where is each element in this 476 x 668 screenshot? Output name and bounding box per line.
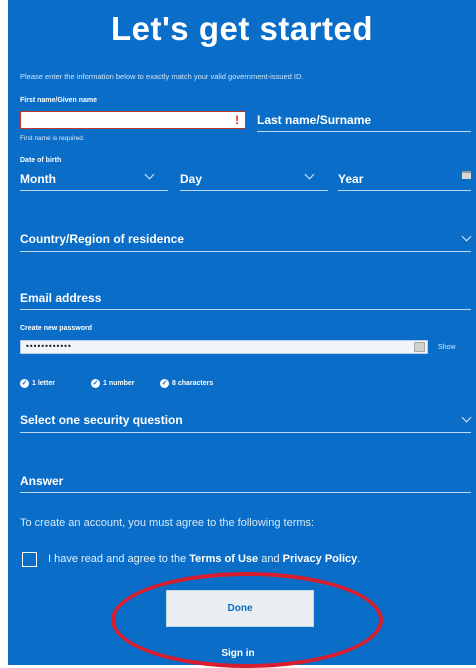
page-title: Let's get started [110,10,374,47]
day-select[interactable]: Day [180,172,202,186]
agree-prefix: I have read and agree to the [48,553,190,565]
day-underline [180,190,328,191]
security-question-select[interactable]: Select one security question [20,413,183,427]
error-icon: ! [235,113,239,127]
requirement-letter: ✓ 1 letter [20,379,55,388]
last-name-input[interactable]: Last name/Surname [257,113,371,127]
check-icon: ✓ [160,379,169,388]
requirement-label: 1 letter [32,380,55,387]
email-field[interactable]: Email address [20,291,101,305]
agree-middle: and [258,553,283,565]
first-name-input[interactable]: ! [20,111,246,129]
email-underline [20,309,471,310]
chevron-down-icon [461,412,472,423]
chevron-down-icon [144,169,155,180]
last-name-underline [257,131,471,132]
password-label: Create new password [20,325,92,332]
privacy-policy-link[interactable]: Privacy Policy [283,553,358,565]
answer-underline [20,492,471,493]
month-select[interactable]: Month [20,172,56,186]
chevron-down-icon [304,169,315,180]
month-underline [20,190,168,191]
intro-text: Please enter the information below to ex… [20,72,304,81]
signup-panel: Let's get started Please enter the infor… [8,0,476,665]
calendar-icon[interactable] [462,171,471,179]
country-select[interactable]: Country/Region of residence [20,232,184,246]
chevron-down-icon [461,231,472,242]
year-underline [338,190,471,191]
sign-in-link[interactable]: Sign in [8,648,476,659]
requirement-label: 1 number [103,380,135,387]
terms-of-use-link[interactable]: Terms of Use [189,553,258,565]
year-input[interactable]: Year [338,172,363,186]
agree-suffix: . [357,553,361,565]
done-button[interactable]: Done [166,590,314,627]
check-icon: ✓ [20,379,29,388]
check-icon: ✓ [91,379,100,388]
requirement-length: ✓ 8 characters [160,379,213,388]
first-name-error: First name is required. [20,135,85,142]
dob-label: Date of birth [20,157,62,164]
security-question-underline [20,432,471,433]
password-input[interactable]: •••••••••••• [20,340,428,354]
terms-intro: To create an account, you must agree to … [20,517,315,529]
country-underline [20,251,471,252]
password-value: •••••••••••• [25,342,72,351]
first-name-label: First name/Given name [20,97,98,104]
agree-label: I have read and agree to the Terms of Us… [48,553,360,565]
show-password-link[interactable]: Show [438,344,456,351]
eye-icon[interactable] [414,342,425,352]
requirement-number: ✓ 1 number [91,379,135,388]
agree-checkbox[interactable] [22,552,37,567]
requirement-label: 8 characters [172,380,214,387]
answer-field[interactable]: Answer [20,474,63,488]
